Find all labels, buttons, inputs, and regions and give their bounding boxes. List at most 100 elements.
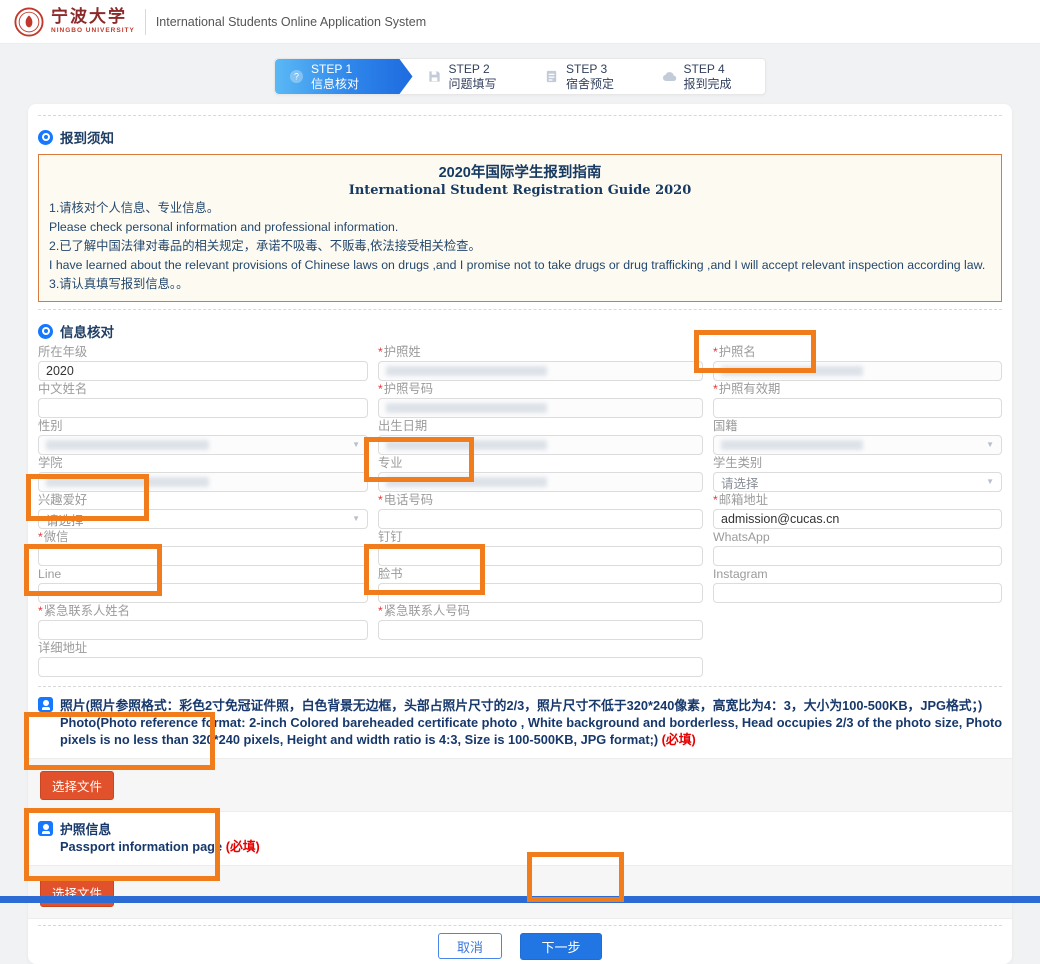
nationality-label: 国籍 [713,419,1002,434]
nationality-input[interactable]: ▼ [713,435,1002,455]
required-asterisk: * [378,382,383,396]
guide-line: Please check personal information and pr… [49,218,991,236]
step-3-dormitory[interactable]: STEP 3 宿舍预定 [530,59,648,94]
guide-title-en: International Student Registration Guide… [49,183,991,198]
redacted-value [386,477,547,487]
steps-box: ? STEP 1 信息核对 STEP 2 问题填写 [274,58,766,95]
emergency-contact-name-label: *紧急联系人姓名 [38,604,368,619]
chevron-down-icon: ▼ [986,477,994,486]
chinese-name-input[interactable] [38,398,368,418]
required-asterisk: * [713,493,718,507]
question-circle-icon: ? [289,69,304,84]
save-icon [427,69,442,84]
birth-date-input[interactable] [378,435,703,455]
logo-divider [145,9,146,35]
step-number: STEP 1 [311,62,359,77]
dingtalk-label: 钉钉 [378,530,703,545]
student-type-label: 学生类别 [713,456,1002,471]
instagram-input[interactable] [713,583,1002,603]
passport-surname-field: *护照姓 [378,345,703,381]
required-asterisk: * [713,345,718,359]
form-grid: 所在年级2020*护照姓*护照名中文姓名*护照号码*护照有效期性别▼出生日期国籍… [36,343,1004,677]
step-number: STEP 2 [449,62,497,77]
required-badge: (必填) [226,839,260,854]
passport-number-input[interactable] [378,398,703,418]
facebook-input[interactable] [378,583,703,603]
emergency-contact-phone-field: *紧急联系人号码 [378,604,703,640]
form-section-icon [38,324,53,339]
email-label: *邮箱地址 [713,493,1002,508]
major-label: 专业 [378,456,703,471]
nationality-field: 国籍▼ [713,419,1002,455]
passport-number-label: *护照号码 [378,382,703,397]
required-asterisk: * [378,604,383,618]
required-asterisk: * [378,345,383,359]
app-header: 宁波大学 NINGBO UNIVERSITY International Stu… [0,0,1040,44]
guide-line: I have learned about the relevant provis… [49,256,991,274]
redacted-value [46,440,209,450]
student-type-input[interactable]: 请选择▼ [713,472,1002,492]
main-content-card: 报到须知 2020年国际学生报到指南 International Student… [28,104,1012,964]
redacted-value [386,403,547,413]
chinese-name-label: 中文姓名 [38,382,368,397]
grade-input[interactable]: 2020 [38,361,368,381]
chinese-name-field: 中文姓名 [38,382,368,418]
college-field: 学院 [38,456,368,492]
redacted-value [721,366,863,376]
line-input[interactable] [38,583,368,603]
whatsapp-input[interactable] [713,546,1002,566]
photo-choose-file-button[interactable]: 选择文件 [40,771,114,800]
dingtalk-input[interactable] [378,546,703,566]
detail-address-label: 详细地址 [38,641,703,656]
bottom-blue-bar [0,896,1040,903]
step-4-complete[interactable]: STEP 4 报到完成 [648,59,766,94]
passport-title-en: Passport information page (必填) [60,838,260,855]
hobbies-input[interactable]: 请选择▼ [38,509,368,529]
college-input[interactable] [38,472,368,492]
notice-section-title: 报到须知 [60,127,114,147]
step-2-questions[interactable]: STEP 2 问题填写 [413,59,531,94]
notice-section-icon [38,130,53,145]
detail-address-input[interactable] [38,657,703,677]
chevron-down-icon: ▼ [352,514,360,523]
required-asterisk: * [713,382,718,396]
step-number: STEP 4 [684,62,732,77]
phone-input[interactable] [378,509,703,529]
emergency-contact-name-input[interactable] [38,620,368,640]
chevron-down-icon: ▼ [352,440,360,449]
passport-surname-input[interactable] [378,361,703,381]
passport-surname-label: *护照姓 [378,345,703,360]
instagram-field: Instagram [713,567,1002,603]
whatsapp-label: WhatsApp [713,530,1002,545]
footer-actions: 取消 下一步 [36,926,1004,964]
facebook-label: 脸书 [378,567,703,582]
cancel-button[interactable]: 取消 [438,933,502,959]
next-step-button[interactable]: 下一步 [520,933,602,960]
photo-instructions-cn: 照片(照片参照格式：彩色2寸免冠证件照，白色背景无边框，头部占照片尺寸的2/3，… [60,697,1004,714]
line-field: Line [38,567,368,603]
email-input[interactable]: admission@cucas.cn [713,509,1002,529]
passport-number-field: *护照号码 [378,382,703,418]
passport-given-name-input[interactable] [713,361,1002,381]
emergency-contact-phone-input[interactable] [378,620,703,640]
app-title: International Students Online Applicatio… [156,15,426,29]
step-label: 宿舍预定 [566,77,614,92]
wechat-label: *微信 [38,530,368,545]
step-1-info-check[interactable]: ? STEP 1 信息核对 [275,59,413,94]
redacted-value [386,440,547,450]
svg-text:?: ? [294,72,299,82]
redacted-value [721,440,863,450]
email-field: *邮箱地址admission@cucas.cn [713,493,1002,529]
wechat-input[interactable] [38,546,368,566]
gender-input[interactable]: ▼ [38,435,368,455]
photo-upload-area: 选择文件 [28,758,1012,812]
passport-expiry-input[interactable] [713,398,1002,418]
emergency-contact-name-field: *紧急联系人姓名 [38,604,368,640]
step-label: 报到完成 [684,77,732,92]
student-type-field: 学生类别请选择▼ [713,456,1002,492]
emergency-contact-phone-label: *紧急联系人号码 [378,604,703,619]
step-label: 信息核对 [311,77,359,92]
logo-english-name: NINGBO UNIVERSITY [51,28,135,35]
major-input[interactable] [378,472,703,492]
passport-instructions: 护照信息 Passport information page (必填) [60,821,260,855]
